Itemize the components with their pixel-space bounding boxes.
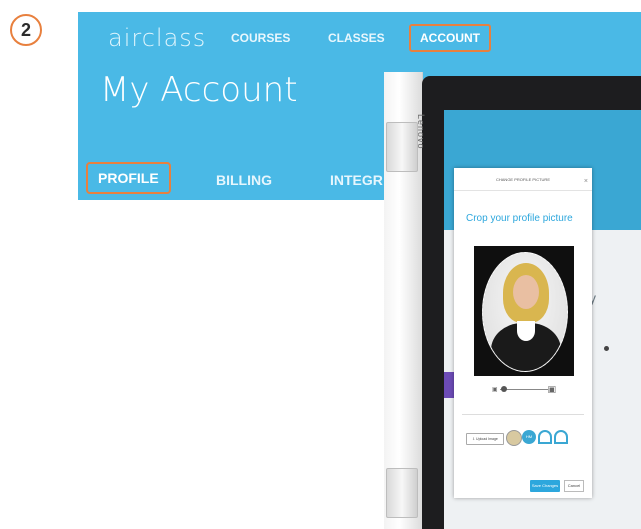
slider-thumb[interactable] xyxy=(501,386,507,392)
page-title: My Account xyxy=(100,70,298,110)
crop-area[interactable] xyxy=(474,246,574,376)
tab-billing[interactable]: BILLING xyxy=(216,172,272,188)
avatar-option-silhouette-1[interactable] xyxy=(538,430,552,444)
crop-circle[interactable] xyxy=(482,252,568,372)
modal-title: CHANGE PROFILE PICTURE xyxy=(495,177,550,182)
brand-logo: Lenovo xyxy=(416,114,426,150)
tab-profile[interactable]: PROFILE xyxy=(86,162,171,194)
hinge-clip-bottom xyxy=(386,468,418,518)
modal-divider xyxy=(462,414,584,415)
modal-header: CHANGE PROFILE PICTURE × xyxy=(454,168,592,191)
nav-account[interactable]: ACCOUNT xyxy=(409,24,491,52)
avatar-option-photo[interactable] xyxy=(506,430,522,446)
step-badge: 2 xyxy=(10,14,42,46)
change-picture-modal: CHANGE PROFILE PICTURE × Crop your profi… xyxy=(454,168,592,498)
upload-image-button[interactable]: ⇩ Upload Image xyxy=(466,433,504,445)
zoom-slider[interactable]: ▣ ▣ xyxy=(492,384,556,394)
save-changes-button[interactable]: Save Changes xyxy=(530,480,560,492)
close-icon[interactable]: × xyxy=(584,170,588,194)
photo-shirt xyxy=(517,321,535,341)
crop-heading: Crop your profile picture xyxy=(466,213,573,224)
camera-icon xyxy=(604,346,609,351)
slider-track[interactable] xyxy=(500,389,548,390)
avatar-option-silhouette-2[interactable] xyxy=(554,430,568,444)
image-small-icon: ▣ xyxy=(492,387,498,393)
avatar-option-initials[interactable]: HM xyxy=(522,430,536,444)
app-logo[interactable]: airclass xyxy=(108,24,206,52)
hinge-clip-top xyxy=(386,122,418,172)
nav-courses[interactable]: COURSES xyxy=(231,31,290,45)
photo-face xyxy=(513,275,539,309)
image-large-icon: ▣ xyxy=(547,384,556,394)
nav-classes[interactable]: CLASSES xyxy=(328,31,385,45)
cancel-button[interactable]: Cancel xyxy=(564,480,584,492)
tab-integrations[interactable]: INTEGR xyxy=(330,172,383,188)
